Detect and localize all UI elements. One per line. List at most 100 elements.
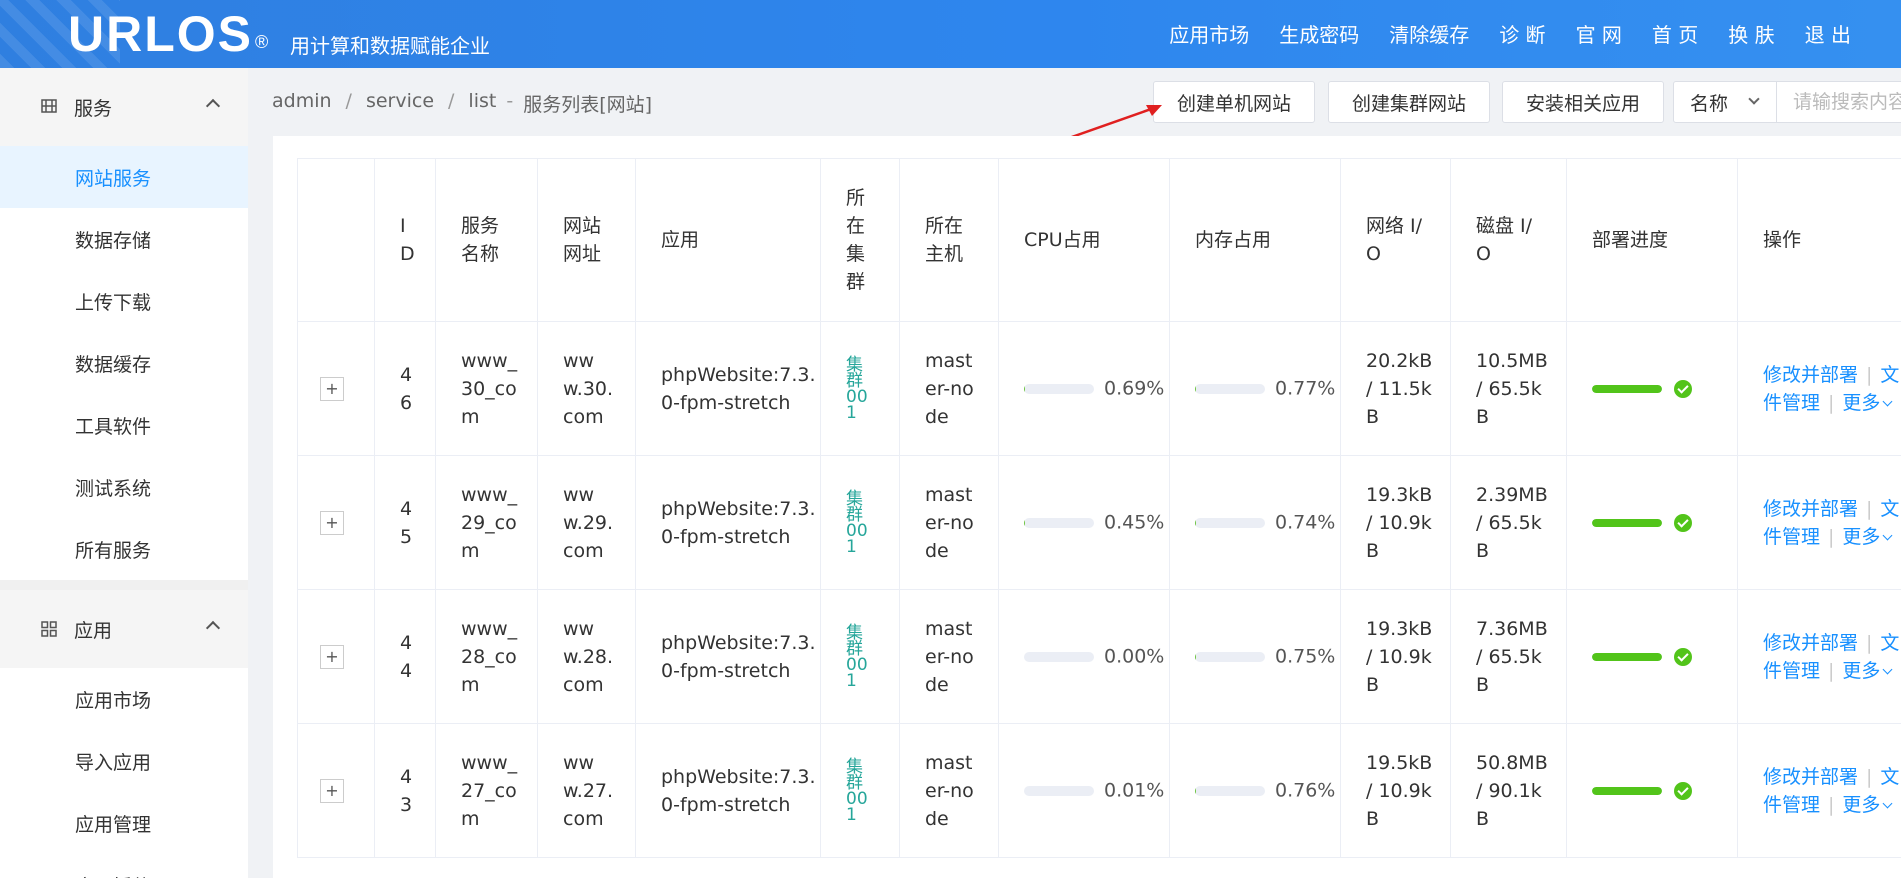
column-header[interactable]: 应用 [635,158,821,322]
service-table: I D 服务 名称 网站 网址 应用所 在 集 群所在 主机 CPU占用 内存占用 网络 I… [297,158,1901,858]
search-input[interactable] [1777,81,1901,123]
top-nav-item[interactable]: 应用市场 [1169,19,1249,48]
top-nav-item[interactable]: 退 出 [1805,19,1851,48]
file-manage-link[interactable]: 件管理 [1763,526,1820,548]
ops-line-2: 件管理 | 更多 [1763,657,1901,685]
column-header[interactable]: I D [374,158,436,322]
top-nav: 应用市场 生成密码 清除缓存 诊 断 官 网 首 页 换 肤 退 出 [1139,19,1851,48]
ops-separator: | [1828,659,1835,682]
file-manage-link[interactable]: 文 [1880,364,1899,386]
column-header[interactable]: CPU占用 [998,158,1170,322]
ops-line-1: 修改并部署 | 文 [1763,361,1901,389]
site-url: ww w.28. com [537,589,636,724]
sidebar-item[interactable]: 网站服务 [0,146,248,208]
edit-and-deploy-link[interactable]: 修改并部署 [1763,498,1858,520]
create-cluster-site-button[interactable]: 创建集群网站 [1328,81,1490,123]
sidebar-item[interactable]: 数据存储 [0,208,248,270]
operations-cell: 修改并部署 | 文件管理 | 更多 [1737,723,1901,858]
top-nav-item[interactable]: 诊 断 [1499,19,1545,48]
cluster-name: 集 群 00 1 [820,455,900,590]
column-header[interactable]: 磁盘 I/ O [1450,158,1567,322]
sidebar-item[interactable]: 所有服务 [0,518,248,580]
sidebar-group-service[interactable]: 服务 [0,68,248,146]
deploy-progress-fill [1592,652,1662,661]
file-manage-link[interactable]: 件管理 [1763,392,1820,414]
memory-usage-bar-fill [1195,383,1196,394]
column-header[interactable]: 操作 [1737,158,1901,322]
sidebar-item[interactable]: 导入应用 [0,730,248,792]
cpu-usage-value: 0.69% [1104,377,1165,400]
chevron-up-icon [205,98,221,114]
file-manage-link[interactable]: 文 [1880,632,1899,654]
deploy-progress-bar [1592,518,1662,527]
memory-usage-cell: 0.77% [1169,321,1341,456]
chevron-down-icon [1882,396,1893,406]
column-header[interactable]: 内存占用 [1169,158,1341,322]
cpu-usage-value: 0.45% [1104,511,1165,534]
ops-separator: | [1866,631,1873,654]
sidebar-item[interactable]: 工具软件 [0,394,248,456]
app-name: phpWebsite:7.3. 0-fpm-stretch [635,321,821,456]
install-related-apps-button[interactable]: 安装相关应用 [1502,81,1664,123]
column-header[interactable]: 所 在 集 群 [820,158,900,322]
urlos-logo[interactable]: URLOS ® [68,6,270,62]
deploy-progress [1592,513,1737,532]
column-header[interactable]: 网站 网址 [537,158,636,322]
row-id: 4 4 [374,589,436,724]
memory-usage-value: 0.77% [1275,377,1336,400]
host-name: mast er-no de [899,321,999,456]
column-header[interactable]: 网络 I/ O [1340,158,1451,322]
sidebar-item[interactable]: 应用市场 [0,668,248,730]
column-header[interactable]: 所在 主机 [899,158,999,322]
ops-line-1: 修改并部署 | 文 [1763,495,1901,523]
top-nav-item[interactable]: 官 网 [1576,19,1622,48]
sidebar-item[interactable]: 测试系统 [0,456,248,518]
network-io: 19.5kB / 10.9k B [1340,723,1451,858]
chevron-down-icon [1882,530,1893,540]
file-manage-link[interactable]: 文 [1880,498,1899,520]
more-dropdown[interactable]: 更多 [1842,526,1893,548]
sidebar-group-apps[interactable]: 应用 [0,590,248,668]
file-manage-link[interactable]: 件管理 [1763,794,1820,816]
column-header[interactable]: 部署进度 [1566,158,1738,322]
sidebar-item[interactable]: 应用管理 [0,792,248,854]
cpu-usage-cell: 0.01% [998,723,1170,858]
expand-row-button[interactable]: + [320,376,344,401]
disk-io: 7.36MB / 65.5k B [1450,589,1567,724]
memory-usage-cell: 0.76% [1169,723,1341,858]
deploy-progress-cell [1566,321,1738,456]
top-nav-item[interactable]: 生成密码 [1279,19,1359,48]
more-dropdown[interactable]: 更多 [1842,392,1893,414]
main-content: I D 服务 名称 网站 网址 应用所 在 集 群所在 主机 CPU占用 内存占用 网络 I… [273,136,1901,878]
memory-usage-value: 0.75% [1275,645,1336,668]
breadcrumb: admin / service / list - 服务列表[网站] [272,90,652,117]
expand-row-button[interactable]: + [320,644,344,669]
cluster-name: 集 群 00 1 [820,723,900,858]
ops-separator: | [1828,391,1835,414]
more-dropdown[interactable]: 更多 [1842,794,1893,816]
file-manage-link[interactable]: 件管理 [1763,660,1820,682]
more-label: 更多 [1842,659,1881,682]
expand-cell: + [297,455,375,590]
sidebar-item[interactable]: 数据缓存 [0,332,248,394]
expand-row-button[interactable]: + [320,778,344,803]
top-nav-item[interactable]: 清除缓存 [1389,19,1469,48]
expand-row-button[interactable]: + [320,510,344,535]
edit-and-deploy-link[interactable]: 修改并部署 [1763,766,1858,788]
breadcrumb-admin[interactable]: admin [272,90,332,117]
column-header[interactable]: 服务 名称 [435,158,538,322]
breadcrumb-service[interactable]: service [366,90,434,117]
more-dropdown[interactable]: 更多 [1842,659,1893,682]
create-single-site-button[interactable]: 创建单机网站 [1153,81,1315,123]
file-manage-link[interactable]: 文 [1880,766,1899,788]
top-nav-item[interactable]: 首 页 [1652,19,1698,48]
network-io: 20.2kB / 11.5k B [1340,321,1451,456]
memory-usage-cell: 0.74% [1169,455,1341,590]
edit-and-deploy-link[interactable]: 修改并部署 [1763,364,1858,386]
edit-and-deploy-link[interactable]: 修改并部署 [1763,632,1858,654]
top-nav-item[interactable]: 换 肤 [1728,19,1774,48]
sidebar-item[interactable]: 应用插件 [0,854,248,878]
sidebar-item[interactable]: 上传下载 [0,270,248,332]
search-field-select[interactable]: 名称 [1673,81,1777,123]
breadcrumb-list[interactable]: list [468,90,496,117]
